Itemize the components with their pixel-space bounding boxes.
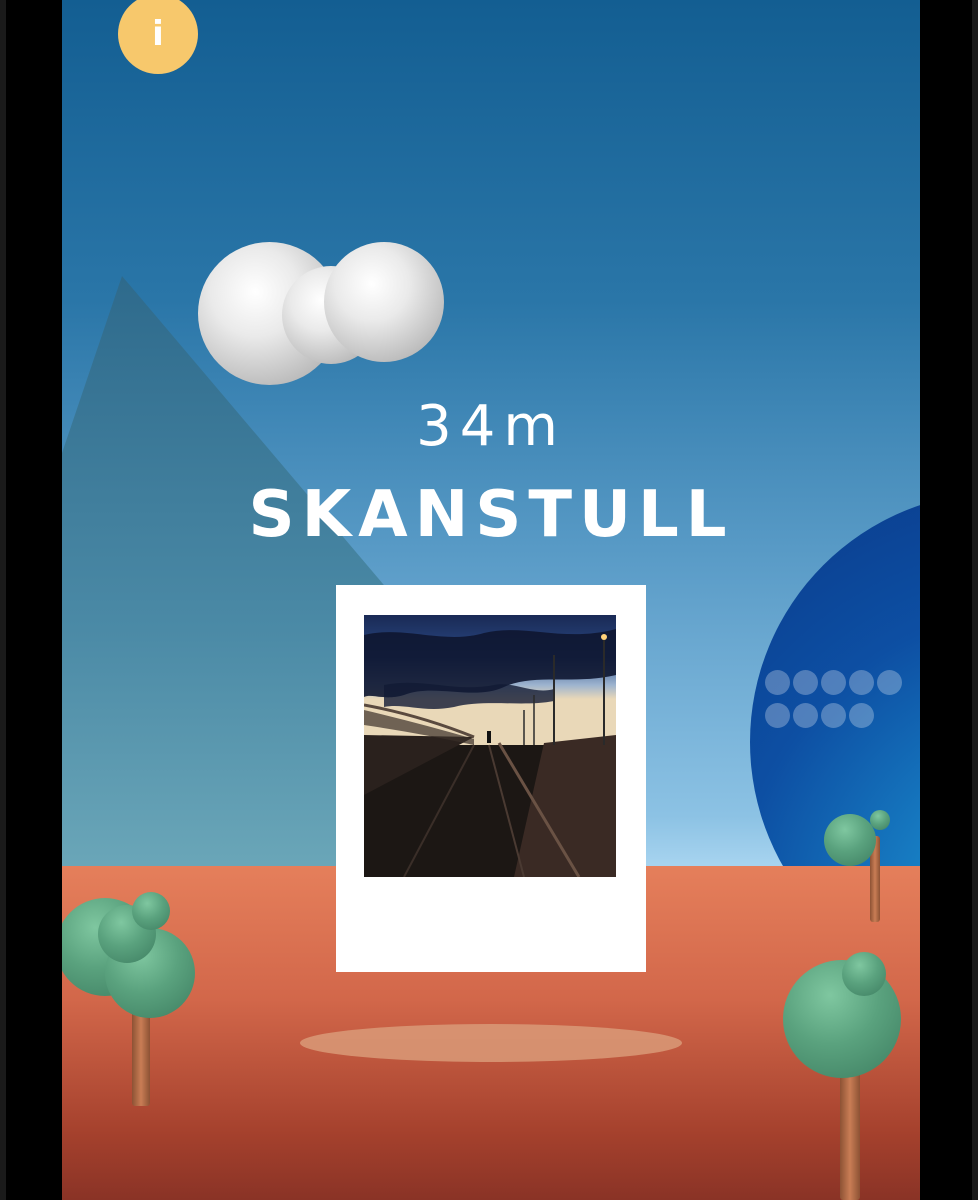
distance-label: 34m xyxy=(416,394,566,459)
phone-frame: i 34m SKANSTULL xyxy=(0,0,978,1200)
station-name: SKANSTULL xyxy=(248,478,734,552)
ground-shadow xyxy=(300,1024,682,1062)
phone-bezel-left xyxy=(0,0,6,1200)
info-icon: i xyxy=(152,14,164,54)
polaroid-photo-card[interactable] xyxy=(336,585,646,972)
phone-bezel-right xyxy=(972,0,978,1200)
bridge-photo xyxy=(364,615,616,877)
game-screen: i 34m SKANSTULL xyxy=(62,0,920,1200)
